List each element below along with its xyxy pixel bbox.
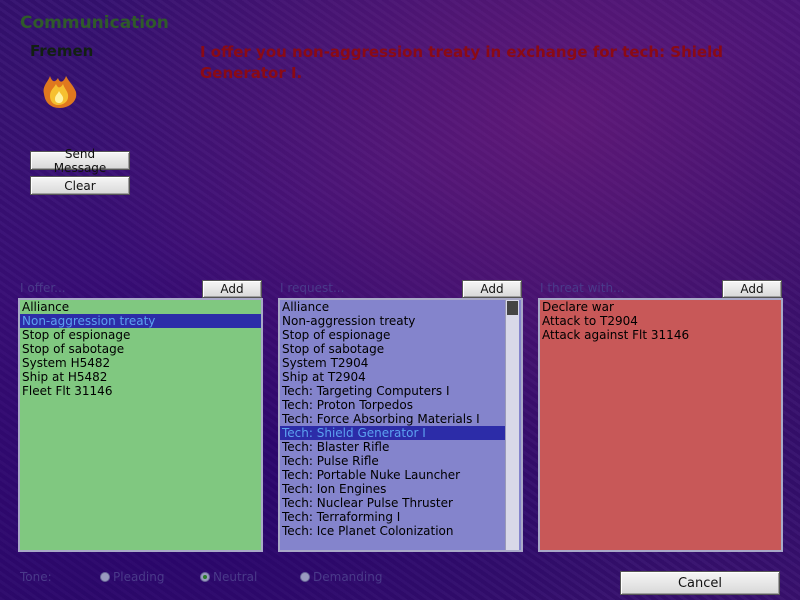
list-item[interactable]: Tech: Nuclear Pulse Thruster [280,496,506,510]
list-item[interactable]: Tech: Portable Nuke Launcher [280,468,506,482]
request-list[interactable]: Alliance Non-aggression treaty Stop of esp… [278,298,523,552]
tone-option-label: Demanding [313,570,383,584]
threat-list[interactable]: Declare war Attack to T2904 Attack against… [538,298,783,552]
list-item[interactable]: Tech: Terraforming I [280,510,506,524]
tone-option-label: Pleading [113,570,165,584]
list-item[interactable]: Non-aggression treaty [20,314,261,328]
list-item[interactable]: System H5482 [20,356,261,370]
list-item[interactable]: Tech: Pulse Rifle [280,454,506,468]
list-item[interactable]: Tech: Ion Engines [280,482,506,496]
tone-option-label: Neutral [213,570,258,584]
list-item[interactable]: Tech: Ice Planet Colonization [280,524,506,538]
list-item[interactable]: Tech: Force Absorbing Materials I [280,412,506,426]
radio-dot[interactable] [100,572,110,582]
offer-add-button[interactable]: Add [202,280,262,298]
list-item[interactable]: Tech: Proton Torpedos [280,398,506,412]
window-title: Communication [20,13,169,33]
send-message-button[interactable]: Send Message [30,147,130,175]
message-text: I offer you non-aggression treaty in exc… [200,43,723,82]
tone-radio-neutral[interactable]: Neutral [200,570,257,584]
tone-label: Tone: [20,570,52,584]
list-item[interactable]: System T2904 [280,356,506,370]
list-item[interactable]: Stop of espionage [20,328,261,342]
list-item[interactable]: Tech: Shield Generator I [280,426,506,440]
list-item[interactable]: Tech: Targeting Computers I [280,384,506,398]
list-item[interactable]: Attack against Flt 31146 [540,328,781,342]
list-item[interactable]: Stop of sabotage [20,342,261,356]
list-item[interactable]: Alliance [20,300,261,314]
threat-add-button[interactable]: Add [722,280,782,298]
list-item[interactable]: Stop of sabotage [280,342,506,356]
race-name: Fremen [30,42,94,60]
threat-label: I threat with... [540,281,625,295]
list-item[interactable]: Non-aggression treaty [280,314,506,328]
list-item[interactable]: Stop of espionage [280,328,506,342]
tone-radio-pleading[interactable]: Pleading [100,570,164,584]
offer-label: I offer... [20,281,66,295]
request-scroll-thumb[interactable] [507,301,518,315]
list-item[interactable]: Attack to T2904 [540,314,781,328]
list-item[interactable]: Ship at T2904 [280,370,506,384]
list-item[interactable]: Alliance [280,300,506,314]
clear-button[interactable]: Clear [30,176,130,195]
list-item[interactable]: Fleet Flt 31146 [20,384,261,398]
offer-list[interactable]: Alliance Non-aggression treaty Stop of esp… [18,298,263,552]
radio-dot[interactable] [300,572,310,582]
request-scrollbar[interactable] [505,300,519,550]
fire-icon [38,72,82,112]
list-item[interactable]: Ship at H5482 [20,370,261,384]
list-item[interactable]: Tech: Blaster Rifle [280,440,506,454]
request-label: I request... [280,281,345,295]
request-add-button[interactable]: Add [462,280,522,298]
tone-radio-demanding[interactable]: Demanding [300,570,382,584]
radio-dot[interactable] [200,572,210,582]
list-item[interactable]: Declare war [540,300,781,314]
cancel-button[interactable]: Cancel [620,571,780,595]
